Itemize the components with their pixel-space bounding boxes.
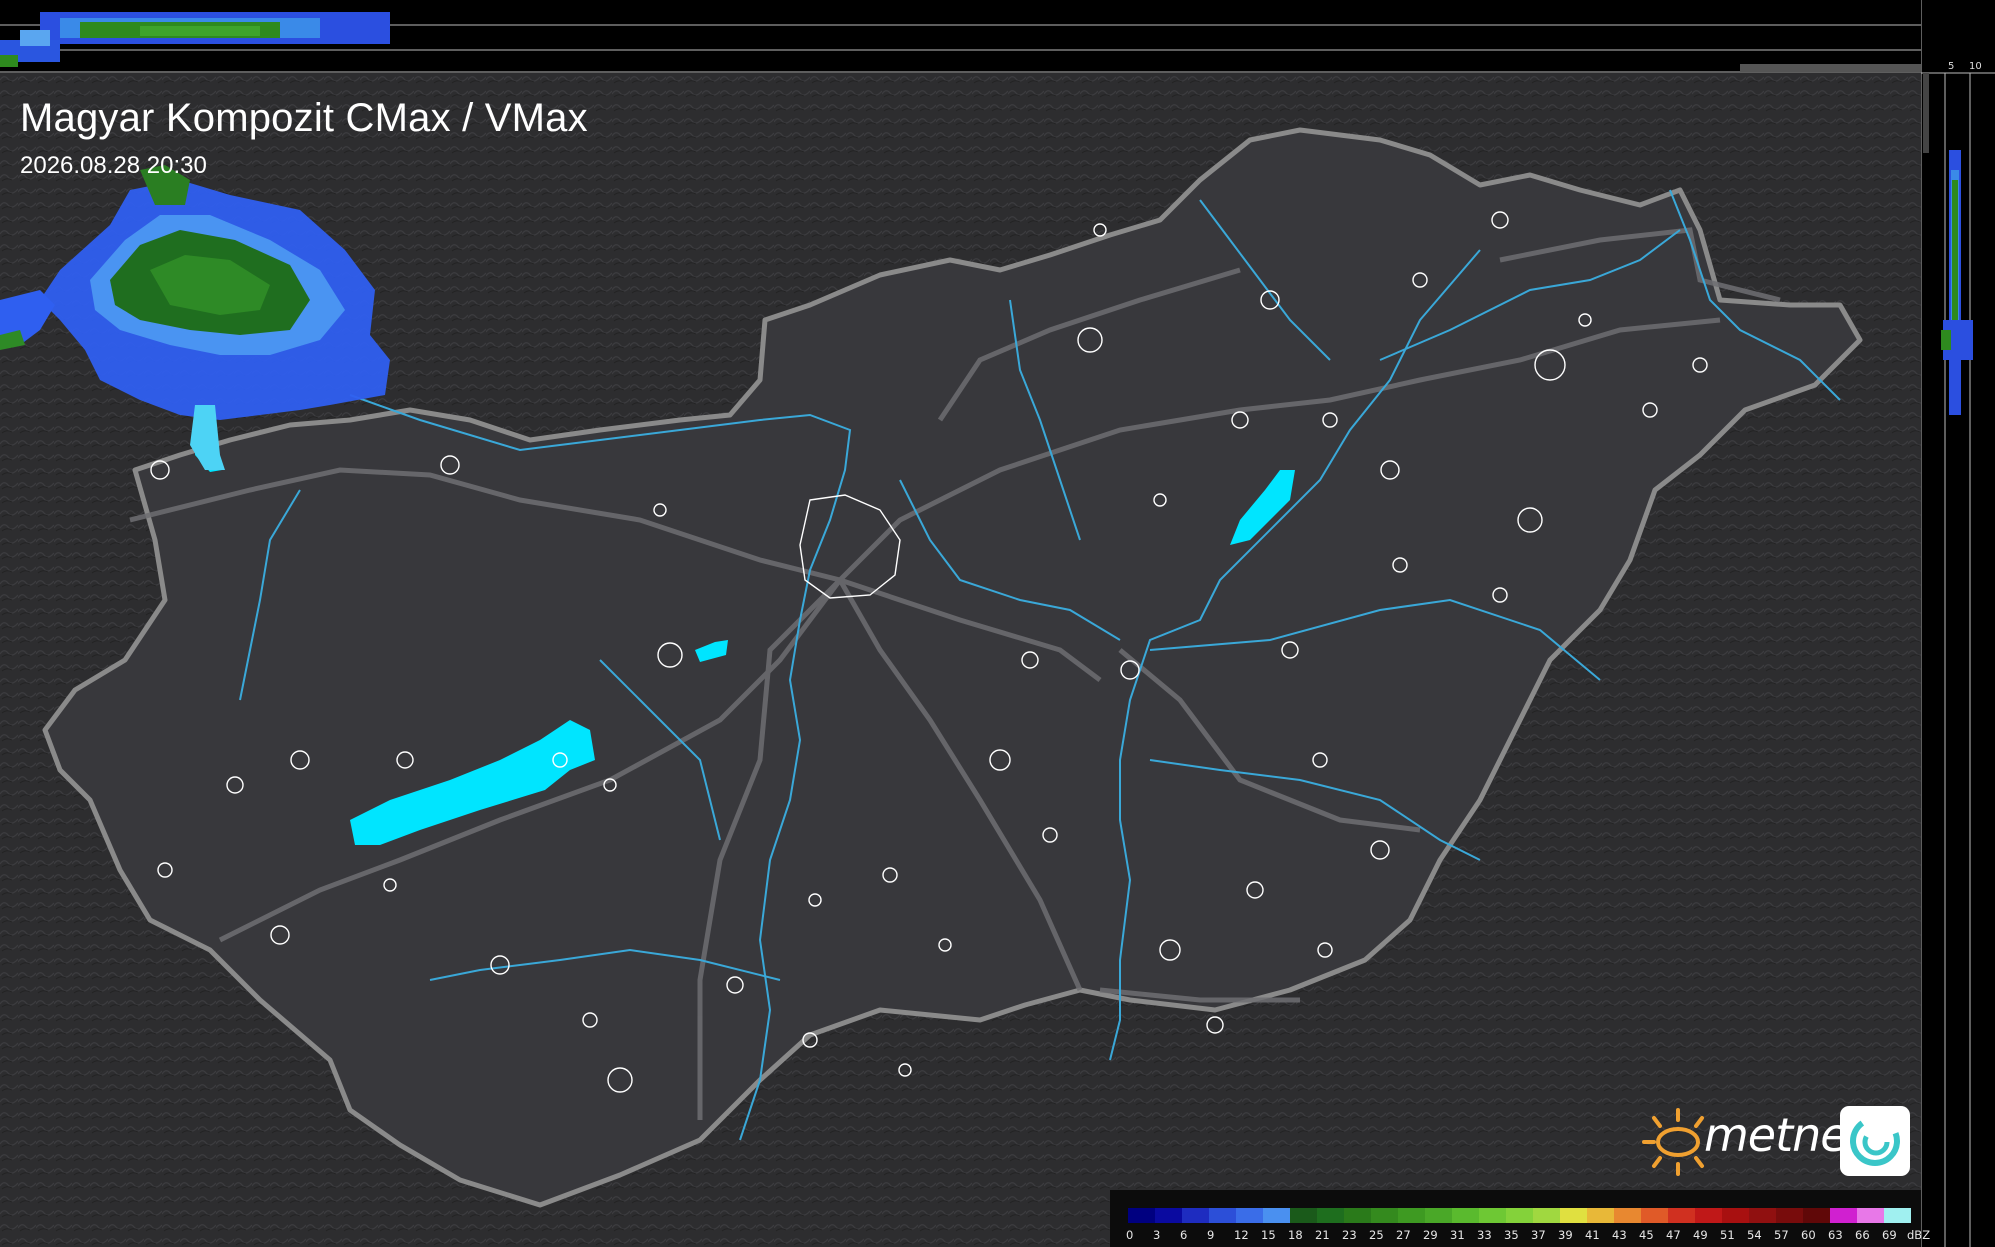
legend-tick-label: 39 [1558, 1228, 1573, 1242]
legend-tick-label: 35 [1504, 1228, 1519, 1242]
legend-tick-label: 41 [1585, 1228, 1600, 1242]
legend-tick-label: 9 [1207, 1228, 1215, 1242]
legend-swatch [1398, 1208, 1425, 1223]
right-axis-label: 5 [1948, 61, 1955, 72]
legend-swatch [1479, 1208, 1506, 1223]
dbz-legend: 0 3 6 9 12 15 18 21 23 25 27 29 31 33 35 37 39 41 43 45 47 49… [1110, 1190, 1930, 1247]
swirl-icon [1850, 1116, 1900, 1166]
legend-swatch [1776, 1208, 1803, 1223]
legend-tick-label: 66 [1855, 1228, 1870, 1242]
sun-icon [1642, 1108, 1704, 1176]
legend-tick-label: 0 [1126, 1228, 1134, 1242]
map-canvas[interactable] [0, 73, 1921, 1247]
legend-tick-label: 31 [1450, 1228, 1465, 1242]
legend-tick-label: 57 [1774, 1228, 1789, 1242]
legend-tick-label: 47 [1666, 1228, 1681, 1242]
legend-swatch [1857, 1208, 1884, 1223]
legend-swatch [1344, 1208, 1371, 1223]
legend-swatch [1425, 1208, 1452, 1223]
legend-tick-label: 49 [1693, 1228, 1708, 1242]
top-profile-echo [0, 12, 390, 67]
legend-tick-label: 69 [1882, 1228, 1897, 1242]
top-profile-panel: 10 5 [0, 0, 1938, 73]
legend-swatch [1506, 1208, 1533, 1223]
legend-tick-label: 45 [1639, 1228, 1654, 1242]
legend-swatch [1182, 1208, 1209, 1223]
legend-color-bar [1128, 1208, 1911, 1223]
legend-swatch [1371, 1208, 1398, 1223]
legend-swatch [1209, 1208, 1236, 1223]
legend-tick-label: 37 [1531, 1228, 1546, 1242]
legend-swatch [1695, 1208, 1722, 1223]
legend-tick-label: 51 [1720, 1228, 1735, 1242]
map-timestamp: 2026.08.28 20:30 [20, 152, 207, 179]
radar-map[interactable]: Magyar Kompozit CMax / VMax 2026.08.28 2… [0, 73, 1921, 1247]
right-profile-panel: 5 10 [1920, 0, 1995, 1247]
legend-tick-label: 6 [1180, 1228, 1188, 1242]
legend-swatch [1668, 1208, 1695, 1223]
legend-ticks: 0 3 6 9 12 15 18 21 23 25 27 29 31 33 35 37 39 41 43 45 47 49… [1124, 1228, 1930, 1244]
radar-viewer: 10 5 5 10 [0, 0, 1995, 1247]
legend-tick-label: 60 [1801, 1228, 1816, 1242]
legend-swatch [1803, 1208, 1830, 1223]
right-profile-plot [1920, 0, 1995, 1247]
legend-swatch [1884, 1208, 1911, 1223]
top-profile-plot [0, 12, 1921, 73]
legend-swatch [1722, 1208, 1749, 1223]
legend-tick-label: 54 [1747, 1228, 1762, 1242]
legend-tick-label: 25 [1369, 1228, 1384, 1242]
legend-tick-label: 63 [1828, 1228, 1843, 1242]
legend-tick-label: 43 [1612, 1228, 1627, 1242]
legend-tick-label: 3 [1153, 1228, 1161, 1242]
app-icon[interactable] [1840, 1106, 1910, 1176]
legend-tick-label: 27 [1396, 1228, 1411, 1242]
legend-swatch [1317, 1208, 1344, 1223]
legend-swatch [1128, 1208, 1155, 1223]
legend-tick-label: 23 [1342, 1228, 1357, 1242]
legend-tick-label: 21 [1315, 1228, 1330, 1242]
legend-swatch [1533, 1208, 1560, 1223]
legend-swatch [1236, 1208, 1263, 1223]
legend-swatch [1155, 1208, 1182, 1223]
legend-swatch [1614, 1208, 1641, 1223]
legend-swatch [1749, 1208, 1776, 1223]
legend-tick-label: 33 [1477, 1228, 1492, 1242]
legend-swatch [1587, 1208, 1614, 1223]
legend-tick-label: 12 [1234, 1228, 1249, 1242]
legend-swatch [1641, 1208, 1668, 1223]
legend-swatch [1560, 1208, 1587, 1223]
legend-unit-label: dBZ [1907, 1228, 1931, 1242]
right-profile-echo [1941, 150, 1973, 415]
right-axis-label: 10 [1969, 61, 1982, 72]
legend-tick-label: 15 [1261, 1228, 1276, 1242]
legend-swatch [1452, 1208, 1479, 1223]
legend-swatch [1263, 1208, 1290, 1223]
map-title: Magyar Kompozit CMax / VMax [20, 96, 588, 140]
legend-tick-label: 18 [1288, 1228, 1303, 1242]
legend-swatch [1290, 1208, 1317, 1223]
legend-tick-label: 29 [1423, 1228, 1438, 1242]
legend-swatch [1830, 1208, 1857, 1223]
